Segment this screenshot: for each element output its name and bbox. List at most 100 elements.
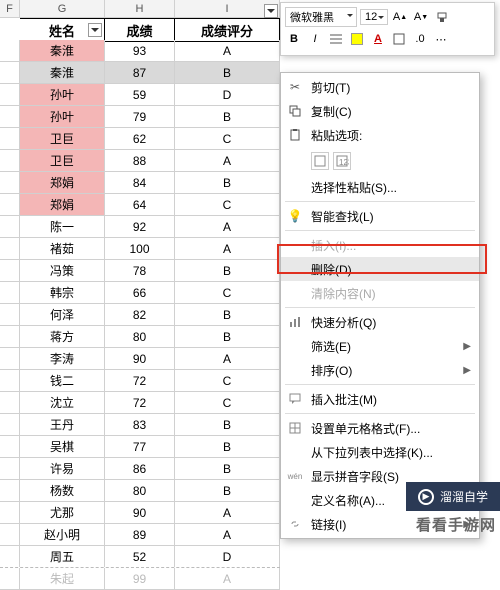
format-icon[interactable]: ⋯ [432, 30, 450, 48]
cell-score[interactable]: 90 [105, 502, 175, 523]
cell[interactable] [0, 502, 20, 523]
cell[interactable] [0, 172, 20, 193]
cell-grade[interactable]: C [175, 282, 280, 303]
cell[interactable] [0, 128, 20, 149]
cell-name[interactable]: 秦淮 [20, 62, 105, 83]
cell[interactable] [0, 458, 20, 479]
cell-score[interactable]: 77 [105, 436, 175, 457]
menu-insert-comment[interactable]: 插入批注(M) [281, 387, 479, 411]
cell-name[interactable]: 孙叶 [20, 84, 105, 105]
cell-score[interactable]: 82 [105, 304, 175, 325]
cell-grade[interactable]: A [175, 238, 280, 259]
header-grade[interactable]: 成绩评分 [175, 18, 280, 42]
cell-grade[interactable]: A [175, 568, 280, 589]
menu-paste-special[interactable]: 选择性粘贴(S)... [281, 175, 479, 199]
cell-name[interactable]: 韩宗 [20, 282, 105, 303]
cell-grade[interactable]: C [175, 370, 280, 391]
cell-grade[interactable]: C [175, 194, 280, 215]
cell-name[interactable]: 秦淮 [20, 40, 105, 61]
cell-grade[interactable]: A [175, 502, 280, 523]
fill-color-icon[interactable] [348, 30, 366, 48]
cell-grade[interactable]: A [175, 348, 280, 369]
cell-name[interactable]: 朱起 [20, 568, 105, 589]
cell-name[interactable]: 赵小明 [20, 524, 105, 545]
paste-option-icon[interactable] [311, 152, 329, 170]
menu-insert[interactable]: 插入(I)... [281, 233, 479, 257]
filter-dropdown-icon[interactable] [88, 23, 102, 37]
cell-score[interactable]: 90 [105, 348, 175, 369]
cell-name[interactable]: 王丹 [20, 414, 105, 435]
cell-name[interactable]: 钱二 [20, 370, 105, 391]
cell[interactable] [0, 84, 20, 105]
cell[interactable] [0, 106, 20, 127]
cell-score[interactable]: 80 [105, 480, 175, 501]
cell-score[interactable]: 84 [105, 172, 175, 193]
cell-score[interactable]: 59 [105, 84, 175, 105]
menu-delete[interactable]: 删除(D)... [281, 257, 479, 281]
cell[interactable] [0, 414, 20, 435]
italic-button[interactable]: I [306, 30, 324, 48]
format-painter-icon[interactable] [433, 8, 451, 26]
cell-score[interactable]: 64 [105, 194, 175, 215]
cell-score[interactable]: 92 [105, 216, 175, 237]
paste-option-icon[interactable]: 123 [333, 152, 351, 170]
menu-clear[interactable]: 清除内容(N) [281, 281, 479, 305]
cell-score[interactable]: 87 [105, 62, 175, 83]
cell-score[interactable]: 52 [105, 546, 175, 567]
menu-cut[interactable]: ✂ 剪切(T) [281, 75, 479, 99]
cell-name[interactable]: 吴棋 [20, 436, 105, 457]
cell-name[interactable]: 尤那 [20, 502, 105, 523]
cell-name[interactable]: 李涛 [20, 348, 105, 369]
cell-name[interactable]: 杨数 [20, 480, 105, 501]
cell-grade[interactable]: D [175, 84, 280, 105]
filter-dropdown-icon[interactable] [264, 4, 278, 18]
cell-grade[interactable]: B [175, 260, 280, 281]
cell-score[interactable]: 79 [105, 106, 175, 127]
cell-name[interactable]: 蒋方 [20, 326, 105, 347]
col-header-g[interactable]: G [20, 0, 105, 17]
bold-button[interactable]: B [285, 30, 303, 48]
cell-grade[interactable]: B [175, 414, 280, 435]
cell-blank[interactable] [0, 18, 20, 42]
decrease-font-icon[interactable]: A▼ [412, 8, 430, 26]
cell[interactable] [0, 40, 20, 61]
cell[interactable] [0, 216, 20, 237]
cell-score[interactable]: 99 [105, 568, 175, 589]
font-size-select[interactable]: 12 [360, 9, 388, 25]
cell-name[interactable]: 何泽 [20, 304, 105, 325]
cell-grade[interactable]: C [175, 128, 280, 149]
cell-name[interactable]: 卫巨 [20, 128, 105, 149]
cell-grade[interactable]: B [175, 326, 280, 347]
cell-name[interactable]: 许易 [20, 458, 105, 479]
cell-name[interactable]: 郑娟 [20, 194, 105, 215]
cell-name[interactable]: 郑娟 [20, 172, 105, 193]
cell[interactable] [0, 304, 20, 325]
cell-name[interactable]: 沈立 [20, 392, 105, 413]
cell[interactable] [0, 370, 20, 391]
menu-smart-lookup[interactable]: 💡 智能查找(L) [281, 204, 479, 228]
cell-score[interactable]: 72 [105, 370, 175, 391]
cell-score[interactable]: 93 [105, 40, 175, 61]
cell[interactable] [0, 238, 20, 259]
header-score[interactable]: 成绩 [105, 18, 175, 42]
cell[interactable] [0, 260, 20, 281]
cell[interactable] [0, 392, 20, 413]
cell[interactable] [0, 348, 20, 369]
cell[interactable] [0, 326, 20, 347]
cell-grade[interactable]: A [175, 40, 280, 61]
cell-score[interactable]: 86 [105, 458, 175, 479]
menu-sort[interactable]: 排序(O) ▶ [281, 358, 479, 382]
cell-name[interactable]: 冯策 [20, 260, 105, 281]
align-icon[interactable] [327, 30, 345, 48]
cell-grade[interactable]: B [175, 458, 280, 479]
cell[interactable] [0, 436, 20, 457]
cell-name[interactable]: 卫巨 [20, 150, 105, 171]
cell-grade[interactable]: C [175, 392, 280, 413]
cell-grade[interactable]: B [175, 436, 280, 457]
font-select[interactable]: 微软雅黑 [285, 7, 357, 27]
font-color-icon[interactable]: A [369, 30, 387, 48]
menu-pick-from-list[interactable]: 从下拉列表中选择(K)... [281, 440, 479, 464]
cell-grade[interactable]: A [175, 150, 280, 171]
decimal-icon[interactable]: .0 [411, 30, 429, 48]
cell-name[interactable]: 陈一 [20, 216, 105, 237]
